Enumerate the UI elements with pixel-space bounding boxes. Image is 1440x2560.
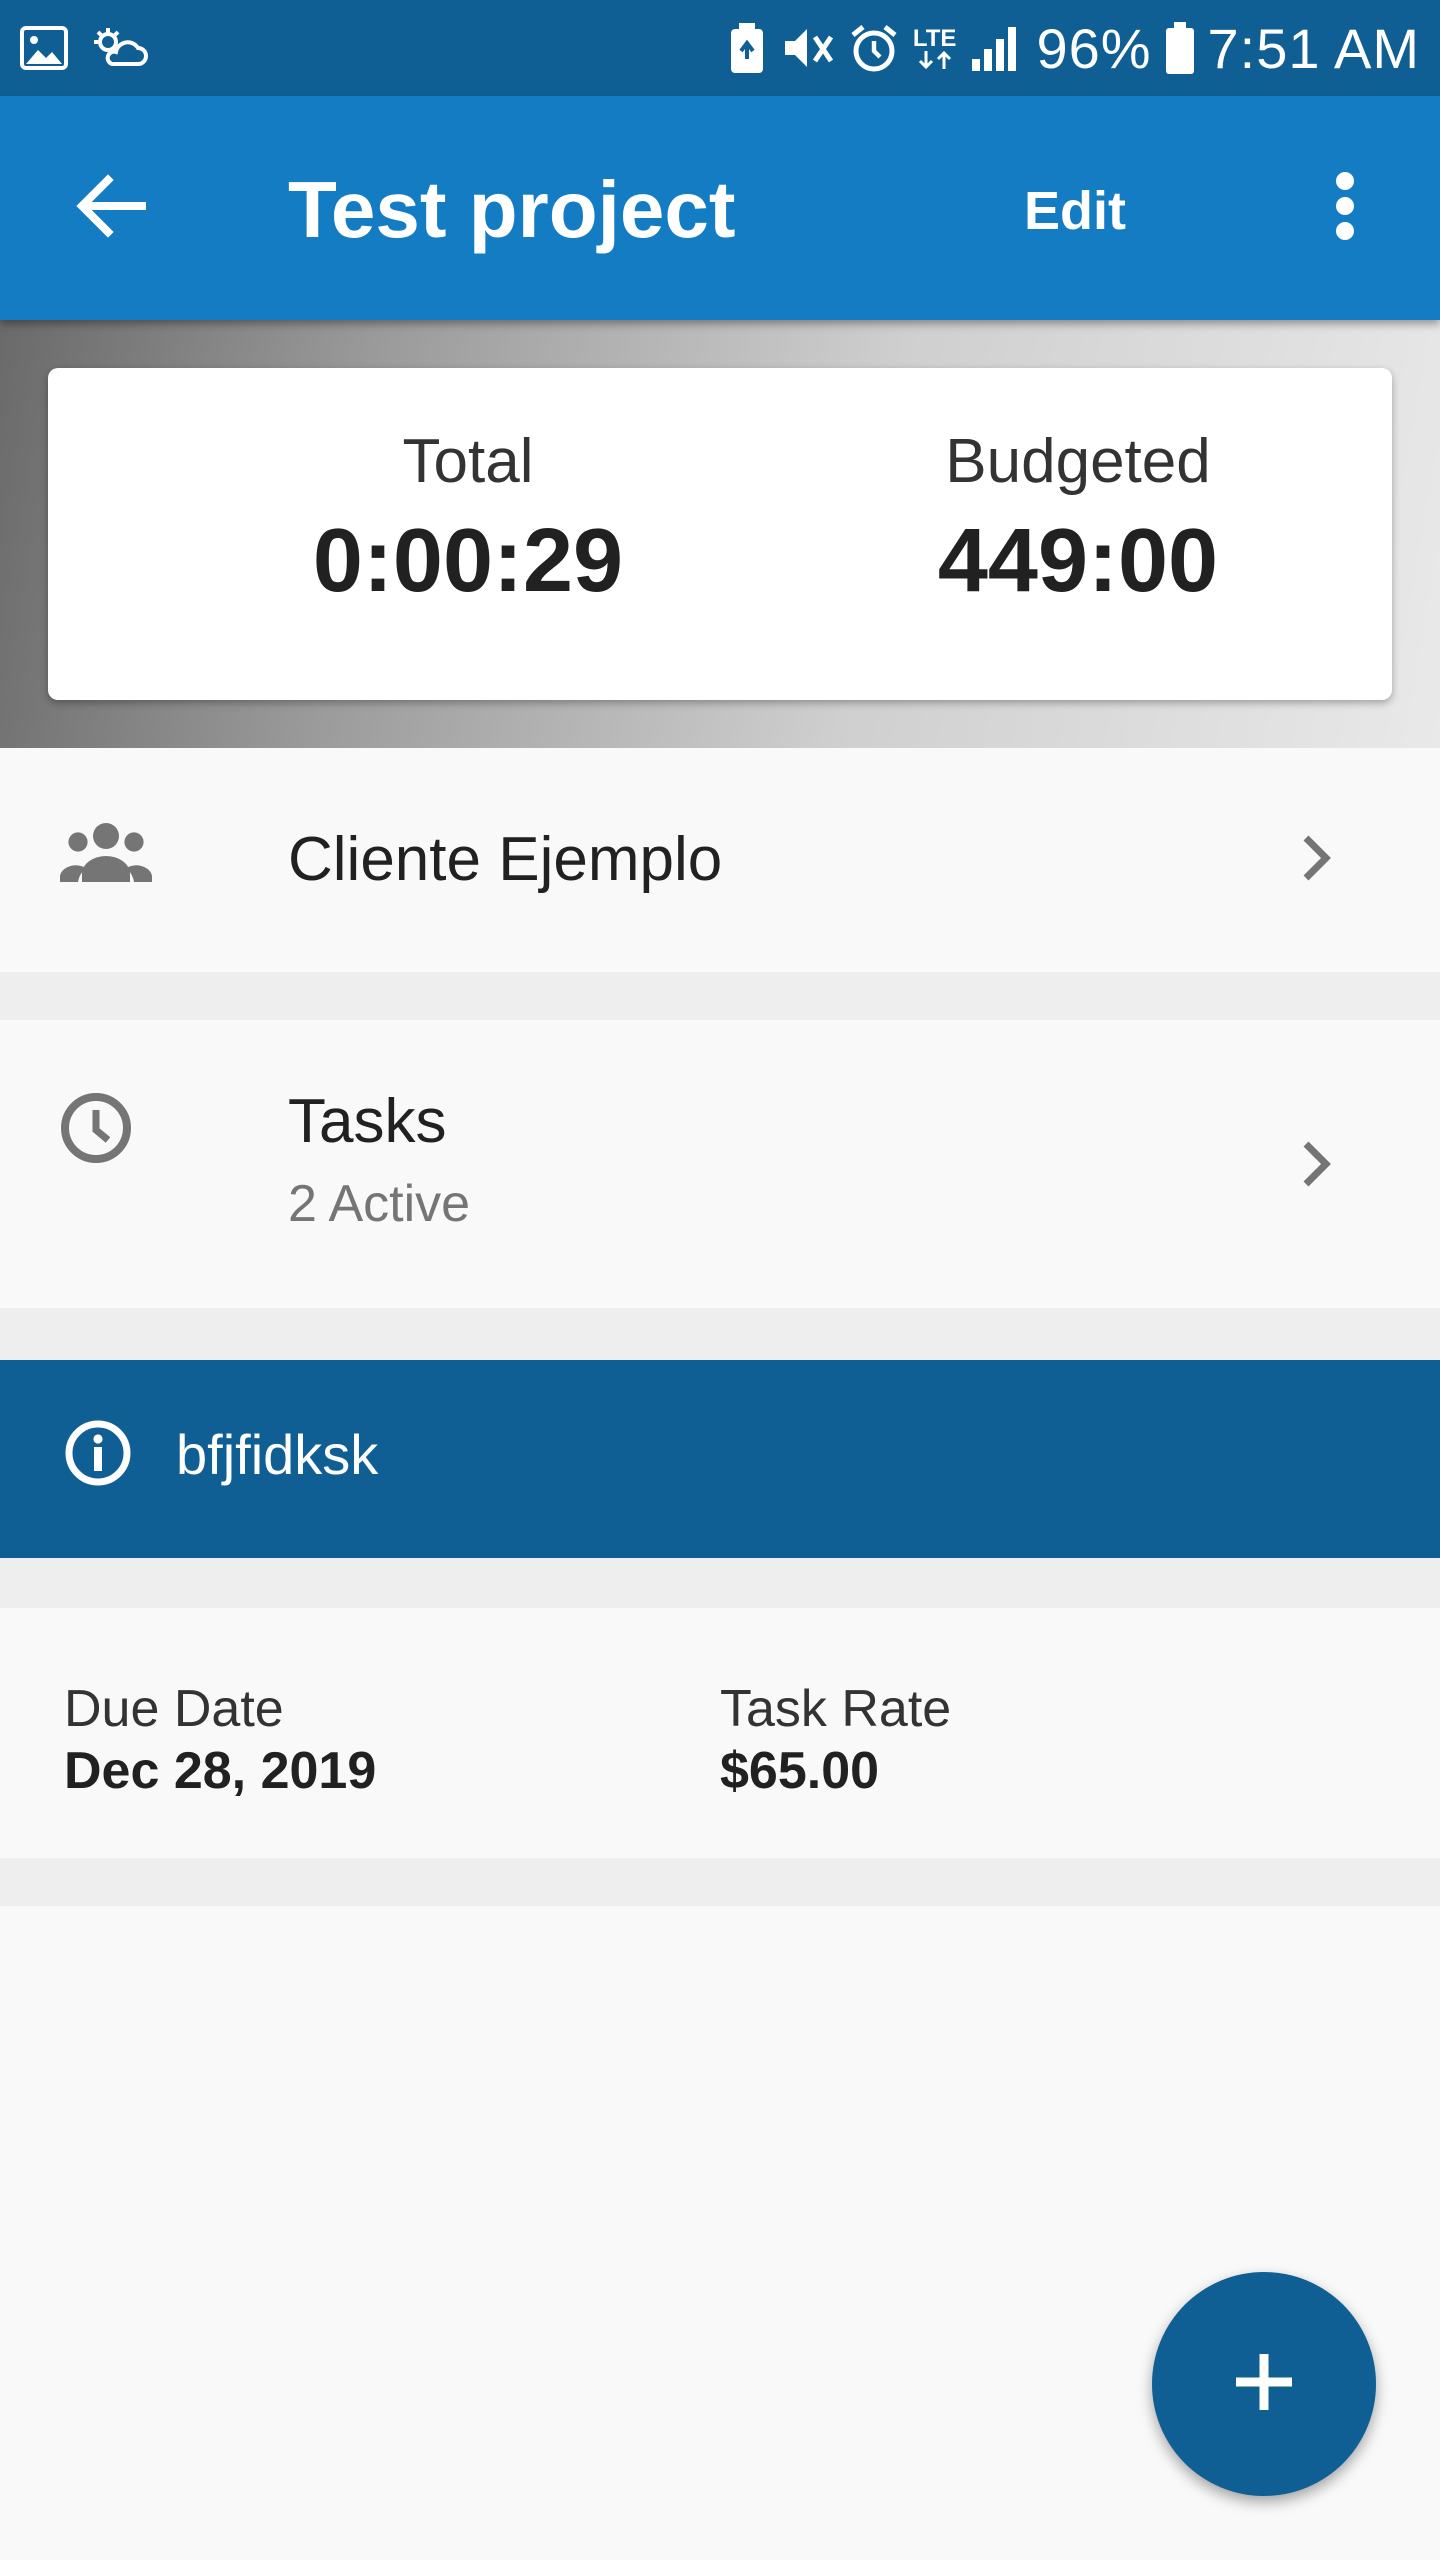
more-options-button[interactable] [1295,158,1395,258]
status-time: 7:51 AM [1207,16,1420,80]
chevron-right-icon [1300,832,1334,884]
budgeted-value: 449:00 [937,511,1219,612]
arrow-back-icon [74,173,146,243]
tasks-active-count: 2 Active [288,1175,471,1233]
task-rate-label: Task Rate [720,1680,952,1738]
info-banner: bfjfidksk [0,1360,1440,1558]
chevron-right-icon [1300,1138,1334,1190]
section-divider [0,1308,1440,1360]
back-button[interactable] [60,158,160,258]
due-date: Due Date Dec 28, 2019 [64,1678,376,1803]
summary-card: Total 0:00:29 Budgeted 449:00 [48,368,1392,700]
signal-icon [970,25,1022,71]
battery-percent: 96% [1036,16,1152,80]
task-rate-value: $65.00 [720,1742,880,1801]
project-details: Due Date Dec 28, 2019 Task Rate $65.00 [0,1608,1440,1858]
total-value: 0:00:29 [312,511,624,612]
task-rate: Task Rate $65.00 [720,1678,951,1803]
lte-icon: LTE [913,27,956,69]
client-name: Cliente Ejemplo [288,825,723,894]
total-label: Total [402,427,534,496]
alarm-icon [849,23,899,73]
due-date-label: Due Date [64,1680,284,1738]
more-vert-icon [1335,171,1355,246]
image-icon [20,26,68,70]
total-summary: Total 0:00:29 [168,427,768,612]
add-icon [1232,2350,1296,2419]
project-description: bfjfidksk [176,1423,379,1486]
section-divider [0,1858,1440,1906]
app-bar: Test project Edit [0,96,1440,320]
battery-saver-icon [729,23,765,73]
status-bar: LTE 96% 7:51 AM [0,0,1440,96]
section-divider [0,972,1440,1020]
add-button[interactable] [1152,2272,1376,2496]
page-title: Test project [288,165,736,254]
budgeted-summary: Budgeted 449:00 [778,427,1378,612]
weather-icon [90,26,150,70]
budgeted-label: Budgeted [945,427,1211,496]
tasks-row[interactable]: Tasks 2 Active [0,1020,1440,1308]
clock-icon [60,1092,132,1164]
tasks-title: Tasks [288,1087,447,1156]
battery-icon [1165,22,1194,74]
vibrate-icon [779,23,835,73]
client-row[interactable]: Cliente Ejemplo [0,748,1440,972]
info-icon [64,1419,132,1492]
people-icon [60,820,152,884]
due-date-value: Dec 28, 2019 [64,1742,377,1801]
section-divider [0,1558,1440,1608]
edit-button[interactable]: Edit [1000,176,1150,246]
